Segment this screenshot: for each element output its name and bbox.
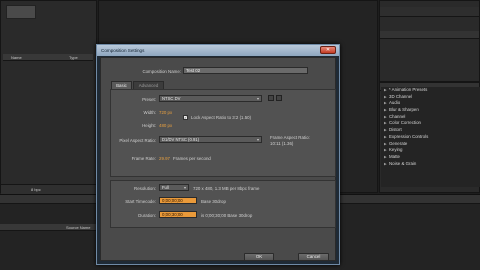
chevron-down-icon: ▾ — [256, 137, 259, 142]
height-label: Height: — [142, 123, 156, 128]
effect-item-blur-sharpen[interactable]: ▶ Blur & Sharpen — [381, 107, 480, 114]
width-value[interactable]: 720 px — [159, 110, 172, 115]
timing-section: Resolution: Full ▾ 720 x 480, 1.3 MB per … — [110, 180, 336, 228]
effect-item-color-correction[interactable]: ▶ Color Correction — [381, 120, 480, 127]
basic-settings-section: Preset: NTSC DV ▾ Width: 720 px ✓ Lock As… — [110, 89, 336, 177]
effect-item-animation-presets[interactable]: ▶ * Animation Presets — [381, 87, 480, 94]
project-panel: Name Type 8 bpc — [0, 0, 98, 194]
project-columns-header: Name Type — [3, 54, 93, 61]
height-value[interactable]: 480 px — [159, 123, 172, 128]
project-thumbnail — [6, 5, 36, 19]
duration-note: is 0;00;30;00 Base 30drop — [201, 213, 253, 218]
ok-button[interactable]: OK — [244, 253, 274, 261]
info-header — [380, 31, 479, 39]
composition-settings-dialog: Composition Settings ✕ Composition Name:… — [96, 44, 340, 265]
effect-item-generate[interactable]: ▶ Generate — [381, 141, 480, 148]
save-preset-icon[interactable] — [268, 95, 274, 101]
frame-aspect-label: Frame Aspect Ratio: — [270, 135, 310, 140]
effect-item-keying[interactable]: ▶ Keying — [381, 147, 480, 154]
frame-rate-unit: Frames per second — [173, 156, 211, 161]
timeline-col-source-name[interactable]: Source Name — [66, 225, 90, 230]
composition-name-input[interactable]: Test 02 — [183, 67, 308, 74]
effect-item-expression-controls[interactable]: ▶ Expression Controls — [381, 134, 480, 141]
effects-list: ▶ * Animation Presets ▶ 3D Channel ▶ Audio … — [381, 87, 480, 187]
pixel-aspect-value: D1/DV NTSC (0.91) — [162, 137, 199, 142]
tab-advanced[interactable]: Advanced — [133, 81, 164, 89]
frame-rate-value[interactable]: 29.97 — [159, 156, 170, 161]
project-col-name[interactable]: Name — [11, 55, 22, 60]
effect-item-distort[interactable]: ▶ Distort — [381, 127, 480, 134]
dialog-titlebar[interactable]: Composition Settings ✕ — [97, 45, 339, 56]
timeline-columns-header: Source Name — [0, 224, 97, 231]
project-col-type[interactable]: Type — [69, 55, 78, 60]
tab-basic[interactable]: Basic — [111, 81, 132, 89]
effect-item-noise-grain[interactable]: ▶ Noise & Grain — [381, 161, 480, 168]
pixel-aspect-select[interactable]: D1/DV NTSC (0.91) ▾ — [159, 136, 262, 143]
dialog-body: Composition Name: Test 02 Basic Advanced… — [100, 57, 336, 261]
frame-aspect-value: 10:11 (1.36) — [270, 141, 294, 146]
cancel-button[interactable]: Cancel — [298, 253, 329, 261]
effect-item-3d-channel[interactable]: ▶ 3D Channel — [381, 94, 480, 101]
resolution-select[interactable]: Full ▾ — [159, 184, 189, 191]
preview-controls — [380, 7, 479, 17]
effect-item-channel[interactable]: ▶ Channel — [381, 114, 480, 121]
composition-name-label: Composition Name: — [142, 69, 181, 74]
frame-rate-label: Frame Rate: — [131, 156, 156, 161]
preset-label: Preset: — [142, 97, 156, 102]
start-timecode-label: Start Timecode: — [125, 199, 156, 204]
start-timecode-input[interactable]: 0;00;00;00 — [159, 197, 197, 204]
dialog-title: Composition Settings — [101, 48, 145, 53]
duration-input[interactable]: 0;00;30;00 — [159, 211, 197, 218]
resolution-info: 720 x 480, 1.3 MB per 8bpc frame — [193, 186, 260, 191]
delete-preset-icon[interactable] — [276, 95, 282, 101]
width-label: Width: — [143, 110, 156, 115]
pixel-aspect-label: Pixel Aspect Ratio: — [119, 138, 156, 143]
effect-item-matte[interactable]: ▶ Matte — [381, 154, 480, 161]
resolution-label: Resolution: — [134, 186, 156, 191]
info-panel — [379, 0, 480, 82]
lock-aspect-checkbox[interactable]: ✓ — [183, 115, 188, 120]
resolution-value: Full — [162, 185, 169, 190]
lock-aspect-label: Lock Aspect Ratio to 3:2 (1.50) — [191, 115, 252, 120]
start-timecode-note: Base 30drop — [201, 199, 226, 204]
chevron-down-icon: ▾ — [183, 185, 186, 190]
chevron-down-icon: ▾ — [256, 96, 259, 101]
bpc-toggle[interactable]: 8 bpc — [31, 187, 41, 192]
close-button[interactable]: ✕ — [320, 46, 336, 54]
effect-item-audio[interactable]: ▶ Audio — [381, 100, 480, 107]
preset-select[interactable]: NTSC DV ▾ — [159, 95, 262, 102]
preset-value: NTSC DV — [162, 96, 181, 101]
duration-label: Duration: — [138, 213, 156, 218]
project-footer: 8 bpc — [1, 184, 98, 194]
